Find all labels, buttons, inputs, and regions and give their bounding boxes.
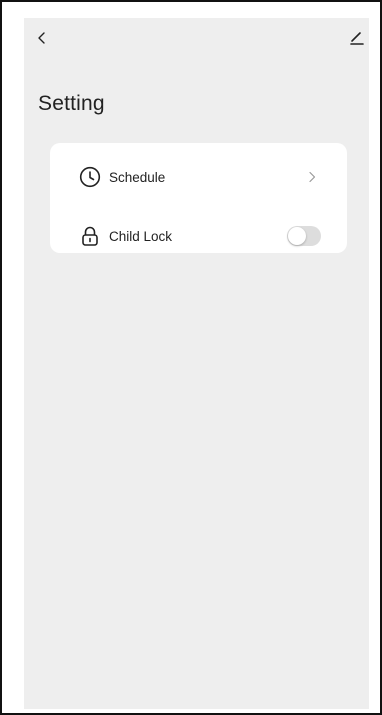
chevron-right-icon <box>307 170 317 184</box>
child-lock-toggle[interactable] <box>287 226 321 246</box>
back-button[interactable] <box>32 28 52 48</box>
page-title: Setting <box>38 92 105 115</box>
clock-icon <box>79 166 101 188</box>
edit-pencil-icon <box>350 32 364 45</box>
back-arrow-icon <box>38 32 45 44</box>
app-screen: Setting Schedule Child Lock <box>24 18 369 709</box>
settings-card: Schedule Child Lock <box>50 143 347 253</box>
toggle-knob <box>288 227 306 245</box>
edit-button[interactable] <box>347 28 367 48</box>
schedule-row[interactable]: Schedule <box>50 155 347 199</box>
lock-icon <box>79 225 101 247</box>
top-bar <box>24 18 369 58</box>
schedule-label: Schedule <box>109 169 166 185</box>
child-lock-row: Child Lock <box>50 219 347 253</box>
device-frame: Setting Schedule Child Lock <box>0 0 382 715</box>
child-lock-label: Child Lock <box>109 228 173 244</box>
